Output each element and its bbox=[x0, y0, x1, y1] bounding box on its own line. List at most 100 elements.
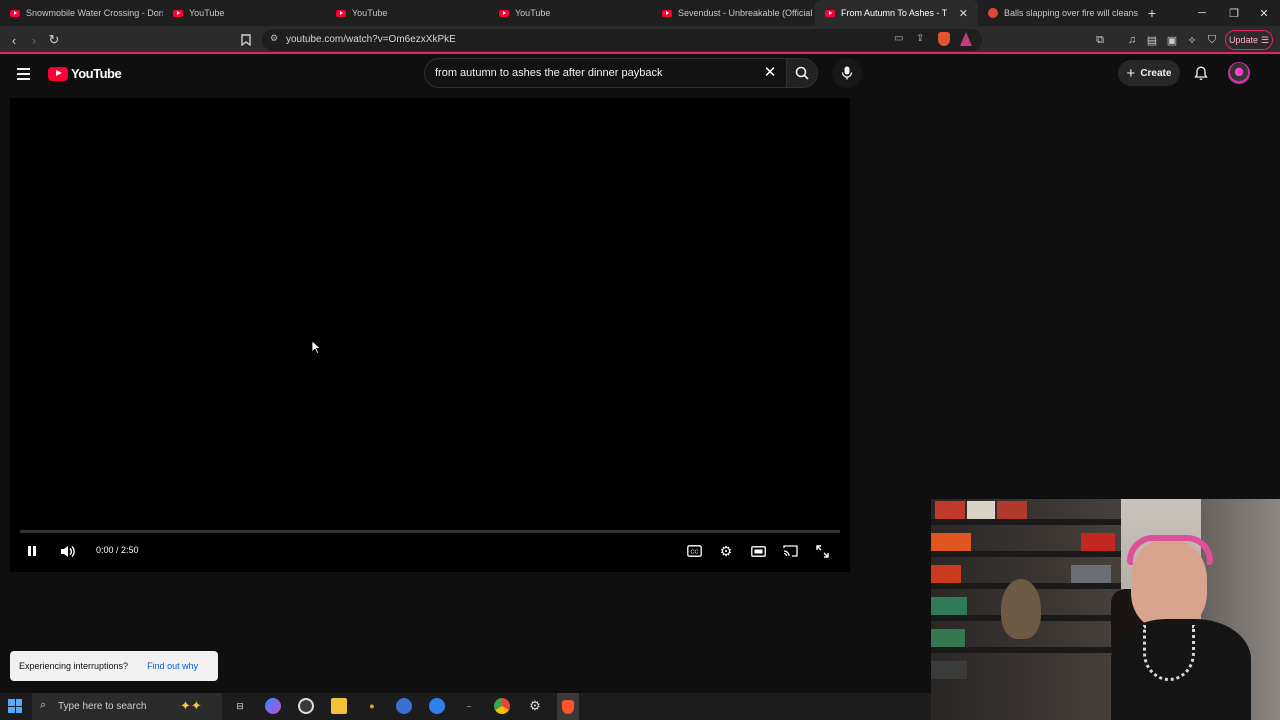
cast-button[interactable] bbox=[779, 540, 801, 562]
taskbar-search-box[interactable]: ⌕ Type here to search ✦✦ bbox=[32, 693, 222, 720]
progress-bar[interactable] bbox=[20, 530, 840, 533]
windows-start-icon[interactable] bbox=[8, 699, 22, 713]
brave-browser-taskbar-item[interactable] bbox=[557, 693, 579, 720]
copilot-sparkle-icon: ✦✦ bbox=[180, 698, 202, 713]
headphones-icon bbox=[1127, 535, 1213, 565]
browser-tab[interactable]: Snowmobile Water Crossing - Dorset bbox=[0, 0, 163, 26]
back-icon[interactable]: ‹ bbox=[4, 30, 24, 50]
shoebox bbox=[931, 565, 961, 583]
bookmark-icon[interactable] bbox=[236, 30, 256, 50]
fullscreen-icon bbox=[815, 544, 829, 558]
browser-tab[interactable]: YouTube bbox=[326, 0, 489, 26]
app-icon[interactable] bbox=[429, 698, 445, 714]
sidebar-icon[interactable]: ▤ bbox=[1142, 30, 1162, 50]
plus-icon: + bbox=[1126, 64, 1136, 82]
brave-icon bbox=[562, 699, 574, 714]
pause-icon bbox=[28, 546, 36, 556]
update-button[interactable]: Update ☰ bbox=[1225, 30, 1273, 50]
browser-tab[interactable]: YouTube bbox=[489, 0, 652, 26]
shelf bbox=[931, 583, 1151, 589]
search-input[interactable]: from autumn to ashes the after dinner pa… bbox=[424, 58, 786, 88]
browser-tab[interactable]: Balls slapping over fire will cleanse y bbox=[978, 0, 1138, 26]
pause-button[interactable] bbox=[21, 540, 43, 562]
find-out-why-link[interactable]: Find out why bbox=[147, 661, 198, 671]
restore-window-icon[interactable]: ❐ bbox=[1218, 0, 1250, 26]
address-bar[interactable]: ⚙ youtube.com/watch?v=Om6ezxXkPkE ▭ ⇪ bbox=[262, 29, 982, 51]
file-explorer-icon[interactable] bbox=[331, 698, 347, 714]
create-button[interactable]: + Create bbox=[1118, 60, 1180, 86]
reddit-favicon-icon bbox=[988, 8, 998, 18]
screenshot-icon[interactable]: ⧉ bbox=[1090, 30, 1110, 50]
tab-title: YouTube bbox=[352, 8, 388, 18]
plush-toy bbox=[1001, 579, 1041, 639]
youtube-favicon-icon bbox=[825, 9, 835, 17]
url-text: youtube.com/watch?v=Om6ezxXkPkE bbox=[286, 34, 456, 45]
fullscreen-button[interactable] bbox=[811, 540, 833, 562]
youtube-favicon-icon bbox=[173, 9, 183, 17]
voice-search-button[interactable] bbox=[832, 58, 862, 88]
media-controls-icon[interactable]: ♫ bbox=[1122, 30, 1142, 50]
chrome-icon[interactable] bbox=[494, 698, 510, 714]
search-icon bbox=[795, 66, 809, 80]
youtube-favicon-icon bbox=[336, 9, 346, 17]
settings-icon[interactable]: ⚙ bbox=[527, 698, 543, 714]
browser-tab[interactable]: YouTube bbox=[163, 0, 326, 26]
browser-tab[interactable]: Sevendust - Unbreakable (Official Vi bbox=[652, 0, 815, 26]
close-window-icon[interactable]: ✕ bbox=[1248, 0, 1280, 26]
search-button[interactable] bbox=[786, 58, 818, 88]
gear-icon: ⚙ bbox=[719, 542, 733, 559]
obs-icon[interactable] bbox=[298, 698, 314, 714]
new-tab-button[interactable]: + bbox=[1136, 0, 1168, 26]
notifications-button[interactable] bbox=[1190, 62, 1212, 84]
brave-shields-icon[interactable] bbox=[938, 32, 950, 46]
chain-necklace bbox=[1143, 625, 1195, 681]
youtube-favicon-icon bbox=[499, 9, 509, 17]
toast-message: Experiencing interruptions? bbox=[19, 661, 129, 671]
settings-button[interactable]: ⚙ bbox=[715, 540, 737, 562]
menu-icon: ☰ bbox=[1260, 34, 1270, 45]
wallet-icon[interactable]: ▣ bbox=[1162, 30, 1182, 50]
shoebox bbox=[997, 501, 1027, 519]
app-icon[interactable]: ⎯ bbox=[461, 698, 477, 714]
tab-title: Snowmobile Water Crossing - Dorset bbox=[26, 8, 163, 18]
shoebox bbox=[1071, 565, 1111, 583]
video-player[interactable]: 0:00 / 2:50 CC ⚙ bbox=[10, 98, 850, 572]
svg-text:CC: CC bbox=[690, 550, 698, 556]
app-icon[interactable] bbox=[396, 698, 412, 714]
search-query-text: from autumn to ashes the after dinner pa… bbox=[435, 67, 663, 79]
account-avatar[interactable] bbox=[1228, 62, 1250, 84]
captions-button[interactable]: CC bbox=[683, 540, 705, 562]
clear-search-icon[interactable]: ✕ bbox=[760, 62, 780, 82]
task-view-icon[interactable]: ⊟ bbox=[232, 698, 248, 714]
youtube-logo[interactable]: YouTube bbox=[48, 66, 122, 81]
webcam-overlay bbox=[931, 499, 1280, 720]
theater-mode-icon bbox=[750, 545, 766, 557]
tab-title: Sevendust - Unbreakable (Official Vi bbox=[678, 8, 815, 18]
mute-button[interactable] bbox=[56, 540, 78, 562]
bell-icon bbox=[1194, 66, 1208, 80]
shelf bbox=[931, 519, 1151, 525]
theater-mode-button[interactable] bbox=[747, 540, 769, 562]
share-icon[interactable]: ⇪ bbox=[916, 33, 924, 44]
close-tab-icon[interactable]: ✕ bbox=[959, 7, 968, 20]
cast-page-icon[interactable]: ▭ bbox=[894, 33, 903, 44]
streamlabs-icon[interactable]: ● bbox=[364, 698, 380, 714]
reload-icon[interactable]: ↻ bbox=[44, 30, 64, 50]
interruption-toast: Experiencing interruptions? Find out why bbox=[10, 651, 218, 681]
tab-title: YouTube bbox=[515, 8, 551, 18]
shoebox bbox=[931, 533, 971, 551]
shoebox bbox=[931, 597, 967, 615]
leo-ai-icon[interactable]: ✧ bbox=[1182, 30, 1202, 50]
copilot-icon[interactable] bbox=[265, 698, 281, 714]
mouse-cursor-icon bbox=[311, 340, 321, 354]
vpn-icon[interactable]: ⛉ bbox=[1202, 30, 1222, 50]
captions-icon: CC bbox=[686, 545, 702, 557]
site-info-icon[interactable]: ⚙ bbox=[270, 33, 278, 44]
brave-rewards-icon[interactable] bbox=[960, 32, 972, 46]
volume-icon bbox=[60, 545, 75, 557]
browser-tab-active[interactable]: From Autumn To Ashes - The Af ✕ bbox=[815, 0, 978, 26]
guide-menu-button[interactable] bbox=[14, 64, 34, 84]
forward-icon[interactable]: › bbox=[24, 30, 44, 50]
minimize-icon[interactable]: ─ bbox=[1186, 0, 1218, 26]
microphone-icon bbox=[841, 66, 853, 80]
